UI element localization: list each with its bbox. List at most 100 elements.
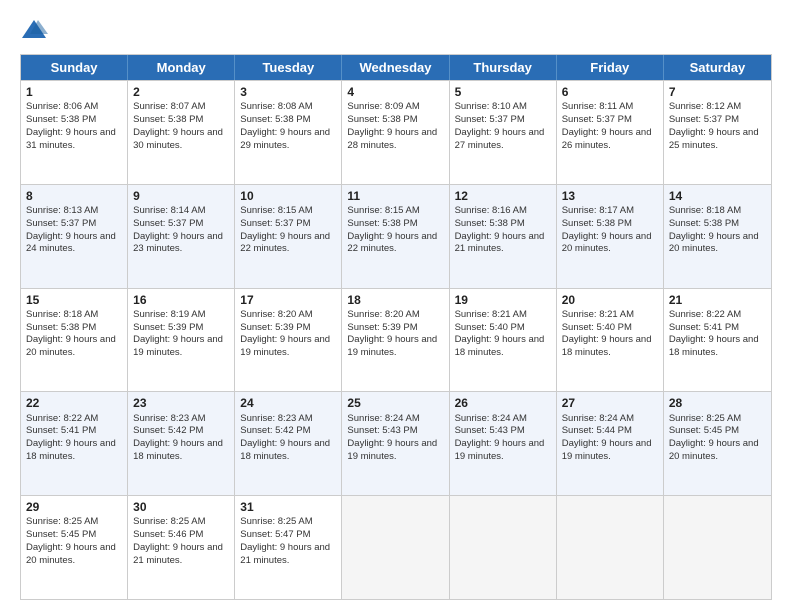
calendar-cell [450,496,557,599]
day-number: 5 [455,84,551,100]
sunrise-time: Sunrise: 8:25 AM [26,516,98,527]
logo [20,16,52,44]
day-number: 7 [669,84,766,100]
calendar-row-2: 8Sunrise: 8:13 AMSunset: 5:37 PMDaylight… [21,184,771,288]
daylight-hours: Daylight: 9 hours and 21 minutes. [240,542,330,566]
sunrise-time: Sunrise: 8:10 AM [455,101,527,112]
calendar-cell: 28Sunrise: 8:25 AMSunset: 5:45 PMDayligh… [664,392,771,495]
sunrise-time: Sunrise: 8:20 AM [240,309,312,320]
daylight-hours: Daylight: 9 hours and 21 minutes. [455,231,545,255]
calendar-cell: 20Sunrise: 8:21 AMSunset: 5:40 PMDayligh… [557,289,664,392]
calendar-row-3: 15Sunrise: 8:18 AMSunset: 5:38 PMDayligh… [21,288,771,392]
calendar-cell: 25Sunrise: 8:24 AMSunset: 5:43 PMDayligh… [342,392,449,495]
weekday-header-sunday: Sunday [21,55,128,80]
sunset-time: Sunset: 5:41 PM [26,425,96,436]
day-number: 12 [455,188,551,204]
sunset-time: Sunset: 5:37 PM [669,114,739,125]
sunrise-time: Sunrise: 8:18 AM [26,309,98,320]
calendar-row-1: 1Sunrise: 8:06 AMSunset: 5:38 PMDaylight… [21,80,771,184]
calendar-cell: 21Sunrise: 8:22 AMSunset: 5:41 PMDayligh… [664,289,771,392]
day-number: 18 [347,292,443,308]
calendar-cell: 16Sunrise: 8:19 AMSunset: 5:39 PMDayligh… [128,289,235,392]
sunset-time: Sunset: 5:38 PM [133,114,203,125]
header [20,16,772,44]
sunset-time: Sunset: 5:45 PM [669,425,739,436]
daylight-hours: Daylight: 9 hours and 18 minutes. [240,438,330,462]
day-number: 27 [562,395,658,411]
day-number: 13 [562,188,658,204]
sunset-time: Sunset: 5:38 PM [562,218,632,229]
sunset-time: Sunset: 5:41 PM [669,322,739,333]
calendar-cell: 1Sunrise: 8:06 AMSunset: 5:38 PMDaylight… [21,81,128,184]
daylight-hours: Daylight: 9 hours and 18 minutes. [669,334,759,358]
sunset-time: Sunset: 5:44 PM [562,425,632,436]
sunset-time: Sunset: 5:39 PM [347,322,417,333]
daylight-hours: Daylight: 9 hours and 18 minutes. [562,334,652,358]
calendar-cell: 27Sunrise: 8:24 AMSunset: 5:44 PMDayligh… [557,392,664,495]
sunset-time: Sunset: 5:46 PM [133,529,203,540]
calendar-cell: 15Sunrise: 8:18 AMSunset: 5:38 PMDayligh… [21,289,128,392]
sunset-time: Sunset: 5:38 PM [455,218,525,229]
day-number: 11 [347,188,443,204]
weekday-header-thursday: Thursday [450,55,557,80]
sunrise-time: Sunrise: 8:16 AM [455,205,527,216]
calendar-cell: 30Sunrise: 8:25 AMSunset: 5:46 PMDayligh… [128,496,235,599]
calendar-cell: 19Sunrise: 8:21 AMSunset: 5:40 PMDayligh… [450,289,557,392]
daylight-hours: Daylight: 9 hours and 30 minutes. [133,127,223,151]
calendar-cell: 26Sunrise: 8:24 AMSunset: 5:43 PMDayligh… [450,392,557,495]
page: SundayMondayTuesdayWednesdayThursdayFrid… [0,0,792,612]
calendar-cell: 11Sunrise: 8:15 AMSunset: 5:38 PMDayligh… [342,185,449,288]
calendar-cell [342,496,449,599]
daylight-hours: Daylight: 9 hours and 22 minutes. [240,231,330,255]
daylight-hours: Daylight: 9 hours and 31 minutes. [26,127,116,151]
sunrise-time: Sunrise: 8:19 AM [133,309,205,320]
day-number: 9 [133,188,229,204]
calendar-cell: 3Sunrise: 8:08 AMSunset: 5:38 PMDaylight… [235,81,342,184]
sunrise-time: Sunrise: 8:08 AM [240,101,312,112]
sunrise-time: Sunrise: 8:07 AM [133,101,205,112]
sunrise-time: Sunrise: 8:24 AM [347,413,419,424]
day-number: 1 [26,84,122,100]
calendar: SundayMondayTuesdayWednesdayThursdayFrid… [20,54,772,600]
daylight-hours: Daylight: 9 hours and 19 minutes. [347,438,437,462]
day-number: 23 [133,395,229,411]
calendar-cell: 13Sunrise: 8:17 AMSunset: 5:38 PMDayligh… [557,185,664,288]
calendar-cell: 8Sunrise: 8:13 AMSunset: 5:37 PMDaylight… [21,185,128,288]
sunrise-time: Sunrise: 8:21 AM [562,309,634,320]
day-number: 10 [240,188,336,204]
calendar-cell [557,496,664,599]
day-number: 21 [669,292,766,308]
sunrise-time: Sunrise: 8:22 AM [26,413,98,424]
daylight-hours: Daylight: 9 hours and 19 minutes. [347,334,437,358]
sunset-time: Sunset: 5:39 PM [133,322,203,333]
day-number: 22 [26,395,122,411]
day-number: 26 [455,395,551,411]
sunset-time: Sunset: 5:43 PM [347,425,417,436]
daylight-hours: Daylight: 9 hours and 26 minutes. [562,127,652,151]
day-number: 29 [26,499,122,515]
daylight-hours: Daylight: 9 hours and 20 minutes. [26,542,116,566]
daylight-hours: Daylight: 9 hours and 21 minutes. [133,542,223,566]
sunrise-time: Sunrise: 8:23 AM [240,413,312,424]
calendar-row-4: 22 Sunrise: 8:22 AMSunset: 5:41 PM Dayligh… [21,391,771,495]
sunrise-time: Sunrise: 8:12 AM [669,101,741,112]
sunset-time: Sunset: 5:39 PM [240,322,310,333]
weekday-header-saturday: Saturday [664,55,771,80]
daylight-hours: Daylight: 9 hours and 19 minutes. [133,334,223,358]
weekday-header-friday: Friday [557,55,664,80]
day-number: 24 [240,395,336,411]
daylight-hours: Daylight: 9 hours and 24 minutes. [26,231,116,255]
calendar-cell: 7Sunrise: 8:12 AMSunset: 5:37 PMDaylight… [664,81,771,184]
day-number: 3 [240,84,336,100]
sunrise-time: Sunrise: 8:25 AM [240,516,312,527]
day-number: 19 [455,292,551,308]
calendar-cell: 24Sunrise: 8:23 AMSunset: 5:42 PMDayligh… [235,392,342,495]
weekday-header-tuesday: Tuesday [235,55,342,80]
sunrise-time: Sunrise: 8:11 AM [562,101,634,112]
calendar-cell: 23Sunrise: 8:23 AMSunset: 5:42 PMDayligh… [128,392,235,495]
daylight-hours: Daylight: 9 hours and 22 minutes. [347,231,437,255]
daylight-hours: Daylight: 9 hours and 20 minutes. [669,231,759,255]
sunset-time: Sunset: 5:42 PM [133,425,203,436]
calendar-cell: 2Sunrise: 8:07 AMSunset: 5:38 PMDaylight… [128,81,235,184]
calendar-cell: 31Sunrise: 8:25 AMSunset: 5:47 PMDayligh… [235,496,342,599]
